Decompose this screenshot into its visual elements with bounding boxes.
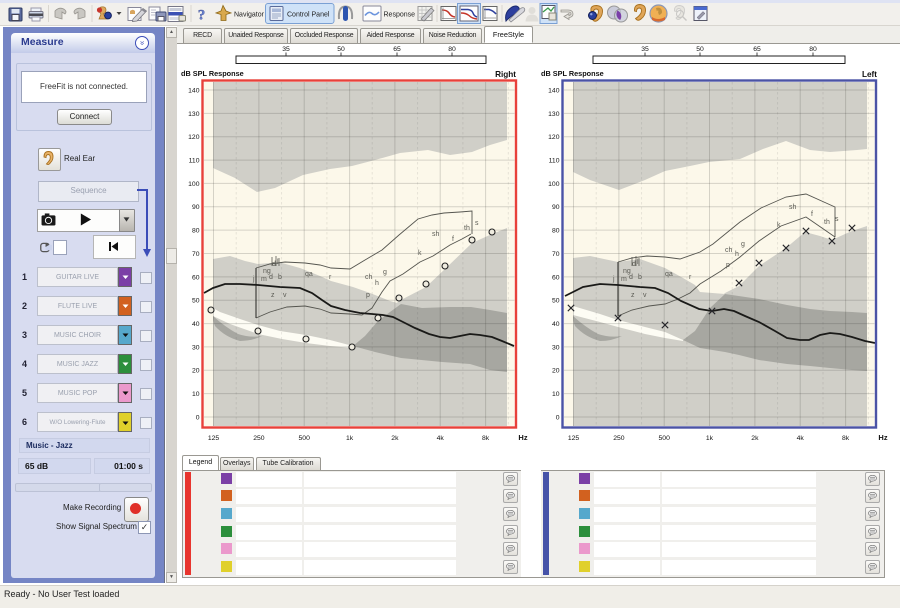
- svg-text:130: 130: [188, 111, 200, 118]
- svg-text:Hz: Hz: [878, 433, 887, 442]
- svg-text:ch: ch: [365, 274, 373, 281]
- svg-text:j: j: [612, 276, 615, 283]
- svg-text:50: 50: [192, 298, 200, 305]
- svg-text:g: g: [383, 269, 387, 276]
- svg-text:60: 60: [192, 274, 200, 281]
- svg-text:f: f: [452, 236, 454, 243]
- svg-text:sh: sh: [432, 231, 440, 238]
- svg-text:p: p: [366, 292, 370, 299]
- svg-text:50: 50: [337, 46, 345, 53]
- svg-text:m: m: [261, 276, 267, 283]
- svg-text:10: 10: [192, 391, 200, 398]
- svg-text:Hz: Hz: [518, 433, 527, 442]
- svg-text:8k: 8k: [842, 435, 850, 442]
- svg-text:500: 500: [299, 435, 311, 442]
- svg-text:1k: 1k: [706, 435, 714, 442]
- svg-text:z: z: [271, 292, 275, 299]
- svg-text:Right: Right: [495, 70, 516, 79]
- svg-text:ng: ng: [623, 268, 631, 275]
- svg-text:th: th: [464, 225, 470, 232]
- svg-text:h: h: [375, 280, 379, 287]
- svg-text:Response: Response: [384, 12, 416, 19]
- svg-text:20: 20: [192, 368, 200, 375]
- svg-text:30: 30: [552, 344, 560, 351]
- svg-text:80: 80: [809, 46, 817, 53]
- svg-text:4k: 4k: [797, 435, 805, 442]
- svg-text:130: 130: [548, 111, 560, 118]
- svg-text:120: 120: [548, 134, 560, 141]
- svg-text:p: p: [726, 262, 730, 269]
- svg-text:d: d: [269, 274, 273, 281]
- svg-text:ch: ch: [725, 247, 733, 254]
- svg-text:s: s: [835, 216, 839, 223]
- svg-text:d: d: [272, 261, 276, 268]
- svg-text:Left: Left: [862, 70, 877, 79]
- svg-text:90: 90: [192, 204, 200, 211]
- svg-text:40: 40: [552, 321, 560, 328]
- svg-text:40: 40: [192, 321, 200, 328]
- svg-text:8k: 8k: [482, 435, 490, 442]
- svg-text:100: 100: [188, 181, 200, 188]
- svg-text:?: ?: [198, 8, 206, 24]
- svg-text:s: s: [475, 220, 479, 227]
- svg-text:g: g: [741, 241, 745, 248]
- svg-text:20: 20: [552, 368, 560, 375]
- svg-text:dB SPL Response: dB SPL Response: [541, 69, 604, 78]
- svg-text:120: 120: [188, 134, 200, 141]
- svg-text:80: 80: [192, 228, 200, 235]
- svg-text:Control Panel: Control Panel: [287, 12, 330, 19]
- svg-text:110: 110: [549, 158, 560, 165]
- svg-text:0: 0: [556, 414, 560, 421]
- svg-text:b: b: [278, 274, 282, 281]
- svg-text:80: 80: [448, 46, 456, 53]
- svg-text:b: b: [638, 274, 642, 281]
- svg-text:dB SPL Response: dB SPL Response: [181, 69, 244, 78]
- svg-text:140: 140: [188, 87, 200, 94]
- svg-text:65: 65: [393, 46, 401, 53]
- svg-text:k: k: [777, 222, 781, 229]
- svg-text:Navigator: Navigator: [234, 12, 265, 19]
- svg-text:50: 50: [696, 46, 704, 53]
- svg-text:90: 90: [552, 204, 560, 211]
- svg-text:z: z: [631, 292, 635, 299]
- svg-text:60: 60: [552, 274, 560, 281]
- svg-text:d: d: [632, 261, 636, 268]
- svg-text:250: 250: [253, 435, 265, 442]
- svg-text:ng: ng: [263, 268, 271, 275]
- svg-text:m: m: [621, 276, 627, 283]
- svg-text:2k: 2k: [391, 435, 399, 442]
- svg-text:35: 35: [282, 46, 290, 53]
- svg-text:sh: sh: [789, 204, 797, 211]
- svg-text:110: 110: [189, 158, 200, 165]
- svg-text:10: 10: [552, 391, 560, 398]
- svg-text:v: v: [283, 292, 287, 299]
- svg-text:d: d: [629, 274, 633, 281]
- svg-text:140: 140: [548, 87, 560, 94]
- svg-text:v: v: [643, 292, 647, 299]
- svg-text:50: 50: [552, 298, 560, 305]
- svg-text:2k: 2k: [751, 435, 759, 442]
- svg-text:250: 250: [613, 435, 625, 442]
- svg-text:j: j: [252, 276, 255, 283]
- svg-text:100: 100: [548, 181, 560, 188]
- svg-text:th: th: [824, 219, 830, 226]
- svg-text:h: h: [735, 251, 739, 258]
- svg-text:65: 65: [753, 46, 761, 53]
- svg-text:80: 80: [552, 228, 560, 235]
- svg-text:35: 35: [641, 46, 649, 53]
- svg-text:30: 30: [192, 344, 200, 351]
- svg-text:k: k: [418, 250, 422, 257]
- svg-text:0: 0: [196, 414, 200, 421]
- svg-text:qa: qa: [305, 271, 313, 278]
- svg-text:500: 500: [659, 435, 671, 442]
- svg-text:70: 70: [192, 251, 200, 258]
- svg-text:4k: 4k: [437, 435, 445, 442]
- svg-text:125: 125: [208, 435, 220, 442]
- svg-text:f: f: [811, 211, 813, 218]
- svg-text:70: 70: [552, 251, 560, 258]
- svg-text:125: 125: [568, 435, 580, 442]
- svg-text:qa: qa: [665, 271, 673, 278]
- svg-text:1k: 1k: [346, 435, 354, 442]
